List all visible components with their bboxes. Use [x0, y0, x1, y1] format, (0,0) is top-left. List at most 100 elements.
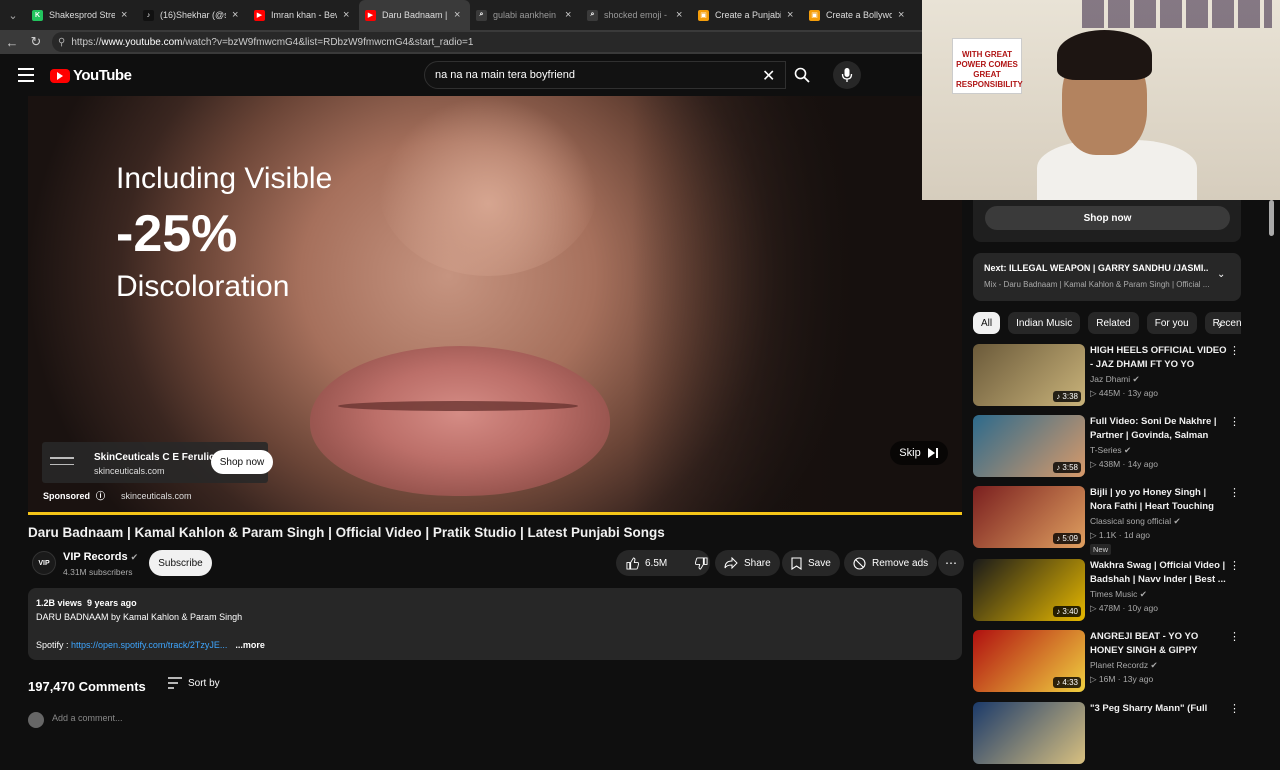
video-thumbnail[interactable]: ♪ 4:33 [973, 630, 1085, 692]
recommendation-channel[interactable]: T-Series ✔ [1090, 445, 1131, 456]
browser-tab[interactable]: K Shakesprod Stream × [26, 0, 137, 30]
chevron-right-icon[interactable]: › [1218, 318, 1222, 332]
companion-shop-now-button[interactable]: Shop now [985, 206, 1230, 230]
video-thumbnail[interactable]: ♪ 3:58 [973, 415, 1085, 477]
chip-for-you[interactable]: For you [1146, 312, 1197, 334]
chip-indian-music[interactable]: Indian Music [1008, 312, 1081, 334]
kebab-menu-icon[interactable]: ⋮ [1229, 344, 1240, 357]
close-tab-icon[interactable]: × [565, 9, 575, 21]
kebab-menu-icon[interactable]: ⋮ [1229, 702, 1240, 715]
youtube-icon: ▶ [254, 9, 265, 21]
more-actions-icon[interactable]: ⋯ [938, 550, 964, 576]
recommendation-title[interactable]: "3 Peg Sharry Mann" (Full [1090, 702, 1228, 730]
recommendation-item[interactable]: "3 Peg Sharry Mann" (Full ⋮ [973, 702, 1243, 770]
video-thumbnail[interactable]: ♪ 3:40 [973, 559, 1085, 621]
subscribe-button[interactable]: Subscribe [149, 550, 212, 576]
share-label: Share [744, 557, 771, 569]
tab-label: (16)Shekhar (@shake [160, 10, 226, 20]
channel-avatar[interactable]: VIP [32, 551, 56, 575]
ad-progress-bar[interactable] [28, 512, 962, 515]
clear-search-icon[interactable]: ✕ [762, 66, 775, 86]
recommendation-item[interactable]: ♪ 3:58 Full Video: Soni De Nakhre | Partn… [973, 415, 1243, 483]
description-box[interactable]: 1.2B views 9 years ago DARU BADNAAM by K… [28, 588, 962, 660]
close-tab-icon[interactable]: × [787, 9, 797, 21]
ad-shop-now-button[interactable]: Shop now [211, 450, 273, 474]
chip-related[interactable]: Related [1088, 312, 1139, 334]
browser-tab[interactable]: ♪ (16)Shekhar (@shake × [137, 0, 248, 30]
ad-card-title: SkinCeuticals C E Ferulic [94, 452, 215, 463]
ad-card[interactable]: SkinCeuticals C E Ferulic skinceuticals.… [42, 442, 273, 483]
chevron-down-icon[interactable]: ⌄ [1217, 269, 1225, 280]
close-tab-icon[interactable]: × [898, 9, 908, 21]
url-input[interactable]: ⚲ https://www.youtube.com/watch?v=bzW9fm… [52, 32, 932, 52]
info-icon[interactable]: ⓘ [96, 489, 105, 502]
recommendation-title[interactable]: ANGREJI BEAT - YO YO HONEY SINGH & GIPPY… [1090, 630, 1228, 658]
streamer-hair [1057, 30, 1152, 80]
browser-tab[interactable]: ▶ Imran khan - Bewafa × [248, 0, 359, 30]
youtube-logo[interactable]: YouTube [50, 67, 132, 84]
browser-tab[interactable]: ⌕ shocked emoji - Sea × [581, 0, 692, 30]
menu-icon[interactable] [18, 68, 34, 82]
browser-tab[interactable]: ▣ Create a Bollywood × [803, 0, 914, 30]
video-thumbnail[interactable]: ♪ 3:38 [973, 344, 1085, 406]
next-in-playlist-card[interactable]: Next: ILLEGAL WEAPON | GARRY SANDHU /JAS… [973, 253, 1241, 301]
ad-image-nose [378, 96, 598, 276]
channel-text: Planet Recordz [1090, 660, 1149, 670]
sponsored-domain[interactable]: skinceuticals.com [121, 491, 192, 501]
back-arrow-icon[interactable]: ← [0, 30, 24, 54]
close-tab-icon[interactable]: × [676, 9, 686, 21]
recommendation-channel[interactable]: Jaz Dhami ✔ [1090, 374, 1140, 385]
kebab-menu-icon[interactable]: ⋮ [1229, 559, 1240, 572]
recommendation-channel[interactable]: Times Music ✔ [1090, 589, 1147, 600]
recommendation-item[interactable]: ♪ 3:40 Wakhra Swag | Official Video | Bad… [973, 559, 1243, 627]
search-input[interactable]: na na na main tera boyfriend [424, 61, 786, 89]
search-icon [794, 67, 810, 83]
kebab-menu-icon[interactable]: ⋮ [1229, 486, 1240, 499]
share-button[interactable]: Share [715, 550, 780, 576]
youtube-icon: ▶ [365, 9, 376, 21]
save-button[interactable]: Save [782, 550, 840, 576]
skip-ad-button[interactable]: Skip [890, 441, 948, 465]
search-button[interactable] [786, 61, 818, 89]
scrollbar-thumb[interactable] [1269, 200, 1274, 236]
browser-tab-active[interactable]: ▶ Daru Badnaam | Kam × [359, 0, 470, 30]
site-info-icon[interactable]: ⚲ [58, 37, 65, 48]
remove-ads-button[interactable]: Remove ads [844, 550, 938, 576]
browser-tab[interactable]: ▣ Create a Punjabi Sin × [692, 0, 803, 30]
recommendation-channel[interactable]: Planet Recordz ✔ [1090, 660, 1158, 671]
recommendation-title[interactable]: Wakhra Swag | Official Video | Badshah |… [1090, 559, 1228, 587]
chip-recently-uploaded[interactable]: Recently uploaded [1204, 312, 1241, 334]
reload-icon[interactable]: ↻ [24, 30, 48, 54]
sort-comments-button[interactable]: Sort by [168, 677, 220, 689]
duration: 3:58 [1062, 463, 1078, 472]
browser-tab[interactable]: ⌕ gulabi aankhein key × [470, 0, 581, 30]
close-tab-icon[interactable]: × [454, 9, 464, 21]
close-tab-icon[interactable]: × [232, 9, 242, 21]
dislike-button[interactable] [687, 550, 718, 576]
like-count: 6.5M [645, 557, 668, 569]
recommendation-item[interactable]: ♪ 3:38 HIGH HEELS OFFICIAL VIDEO - JAZ DH… [973, 344, 1243, 412]
like-button[interactable]: 6.5M [616, 550, 675, 576]
close-tab-icon[interactable]: × [121, 9, 131, 21]
recommendation-title[interactable]: HIGH HEELS OFFICIAL VIDEO - JAZ DHAMI FT… [1090, 344, 1228, 372]
voice-search-button[interactable] [833, 61, 861, 89]
add-comment-input[interactable]: Add a comment... [52, 713, 123, 723]
video-thumbnail[interactable] [973, 702, 1085, 764]
spotify-link[interactable]: https://open.spotify.com/track/2TzyJE... [71, 640, 227, 650]
duration: 3:38 [1062, 392, 1078, 401]
recommendation-channel[interactable]: Classical song official ✔ [1090, 516, 1181, 527]
kebab-menu-icon[interactable]: ⋮ [1229, 630, 1240, 643]
kebab-menu-icon[interactable]: ⋮ [1229, 415, 1240, 428]
recommendation-title[interactable]: Bijli | yo yo Honey Singh | Nora Fathi |… [1090, 486, 1228, 514]
show-more-link[interactable]: ...more [235, 640, 265, 650]
channel-name[interactable]: VIP Records ✔ [63, 551, 138, 563]
video-thumbnail[interactable]: ♪ 5:09 [973, 486, 1085, 548]
video-player[interactable]: Including Visible -25% Discoloration Ski… [28, 96, 962, 514]
tab-search-chevron-icon[interactable]: ⌄ [0, 0, 26, 30]
close-tab-icon[interactable]: × [343, 9, 353, 21]
upload-age: 9 years ago [87, 598, 137, 608]
chip-all[interactable]: All [973, 312, 1001, 334]
recommendation-item[interactable]: ♪ 5:09 Bijli | yo yo Honey Singh | Nora F… [973, 486, 1243, 555]
recommendation-title[interactable]: Full Video: Soni De Nakhre | Partner | G… [1090, 415, 1228, 443]
recommendation-item[interactable]: ♪ 4:33 ANGREJI BEAT - YO YO HONEY SINGH &… [973, 630, 1243, 698]
